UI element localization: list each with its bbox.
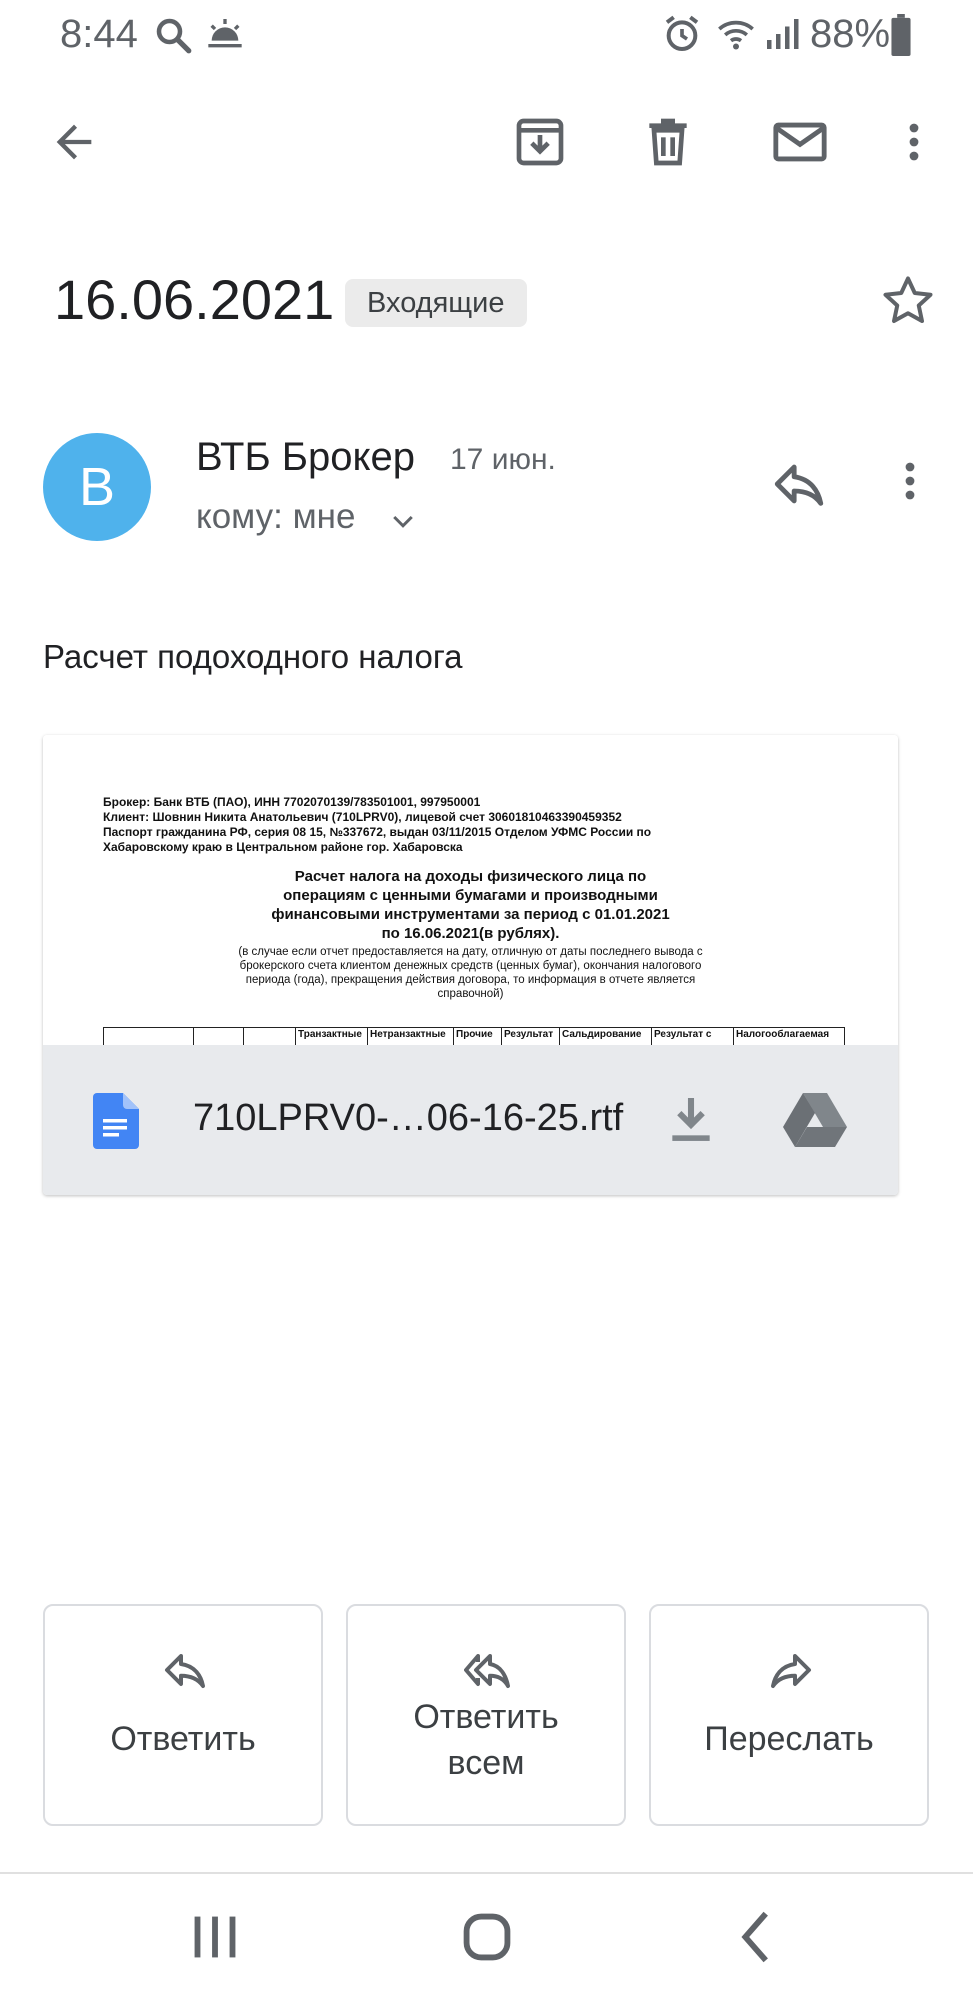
forward-button[interactable]: Переслать xyxy=(649,1604,929,1826)
reply-button[interactable]: Ответить xyxy=(43,1604,323,1826)
recent-apps-icon[interactable] xyxy=(180,1902,250,1972)
reply-all-icon xyxy=(464,1646,512,1694)
preview-line: Клиент: Шовнин Никита Анатольевич (710LP… xyxy=(103,810,622,824)
attachment-card[interactable]: Брокер: Банк ВТБ (ПАО), ИНН 7702070139/7… xyxy=(43,735,898,1195)
preview-table-col: Результат с xyxy=(651,1028,733,1046)
preview-title-line: Расчет налога на доходы физического лица… xyxy=(294,868,647,885)
forward-label: Переслать xyxy=(704,1720,874,1758)
battery-icon xyxy=(888,14,914,61)
search-icon xyxy=(152,14,194,61)
preview-table-col: Транзактные xyxy=(295,1028,367,1046)
save-to-drive-icon[interactable] xyxy=(783,1091,847,1147)
action-buttons: Ответить Ответить всем Переслать xyxy=(43,1604,930,1826)
trash-icon[interactable] xyxy=(636,110,700,174)
preview-table-col: Нетранзактные xyxy=(367,1028,453,1046)
preview-title-line: финансовыми инструментами за период с 01… xyxy=(271,906,670,923)
alarm-icon xyxy=(662,14,702,59)
preview-note-line: брокерского счета клиентом денежных сред… xyxy=(239,960,702,972)
preview-title-line: по 16.06.2021(в рублях). xyxy=(381,925,560,942)
reply-icon[interactable] xyxy=(770,455,834,519)
attachment-bar: 710LPRV0-…06-16-25.rtf xyxy=(43,1045,898,1195)
top-toolbar xyxy=(0,90,973,190)
recipient-line[interactable]: кому: мне xyxy=(196,497,355,537)
reply-all-label: Ответить всем xyxy=(348,1694,624,1786)
star-icon[interactable] xyxy=(878,271,938,331)
back-icon[interactable] xyxy=(722,1902,792,1972)
reply-all-button[interactable]: Ответить всем xyxy=(346,1604,626,1826)
preview-table-col xyxy=(103,1028,193,1046)
more-vert-icon[interactable] xyxy=(886,455,942,519)
preview-note-line: (в случае если отчет предоставляется на … xyxy=(238,946,703,958)
preview-table-col: Результат xyxy=(501,1028,559,1046)
preview-title-line: операциям с ценными бумагами и производн… xyxy=(283,887,658,904)
home-icon[interactable] xyxy=(452,1902,522,1972)
preview-table-col: Прочие xyxy=(453,1028,501,1046)
sender-date: 17 июн. xyxy=(450,443,556,476)
preview-table-col: Сальдирование xyxy=(559,1028,651,1046)
sender-row: B ВТБ Брокер 17 июн. кому: мне xyxy=(0,425,973,555)
avatar[interactable]: B xyxy=(43,433,151,541)
back-arrow-icon[interactable] xyxy=(42,110,106,174)
download-icon[interactable] xyxy=(663,1091,719,1147)
weather-icon xyxy=(205,14,245,59)
attachment-file-name[interactable]: 710LPRV0-…06-16-25.rtf xyxy=(193,1097,623,1140)
reply-all-label-line: всем xyxy=(447,1744,525,1782)
subject-row: 16.06.2021 Входящие xyxy=(0,255,973,345)
preview-title: Расчет налога на доходы физического лица… xyxy=(103,867,838,943)
reply-label: Ответить xyxy=(110,1720,256,1758)
sender-name: ВТБ Брокер xyxy=(196,435,415,479)
preview-table-col xyxy=(243,1028,295,1046)
preview-table-col xyxy=(193,1028,243,1046)
archive-icon[interactable] xyxy=(508,110,572,174)
status-time: 8:44 xyxy=(60,12,138,56)
preview-note-line: справочной) xyxy=(437,988,504,1000)
preview-table-col: Налогооблагаемая xyxy=(733,1028,845,1046)
inbox-label-chip[interactable]: Входящие xyxy=(345,279,527,327)
email-body: Расчет подоходного налога xyxy=(43,638,463,675)
preview-line: Паспорт гражданина РФ, серия 08 15, №337… xyxy=(103,825,652,839)
preview-line: Хабаровскому краю в Центральном районе г… xyxy=(103,840,463,854)
more-vert-icon[interactable] xyxy=(882,110,946,174)
document-icon xyxy=(93,1093,139,1149)
mark-unread-icon[interactable] xyxy=(768,110,832,174)
forward-icon xyxy=(767,1646,815,1694)
preview-line: Брокер: Банк ВТБ (ПАО), ИНН 7702070139/7… xyxy=(103,795,481,809)
reply-icon xyxy=(161,1646,209,1694)
battery-percent: 88% xyxy=(810,12,891,56)
wifi-icon xyxy=(714,14,758,59)
signal-icon xyxy=(764,14,800,59)
attachment-preview[interactable]: Брокер: Банк ВТБ (ПАО), ИНН 7702070139/7… xyxy=(43,735,898,1046)
reply-all-label-line: Ответить xyxy=(413,1698,559,1736)
system-nav-bar xyxy=(0,1874,973,2000)
email-subject: 16.06.2021 xyxy=(54,268,335,331)
chevron-down-icon[interactable] xyxy=(388,507,418,537)
status-bar: 8:44 88% xyxy=(0,0,973,70)
preview-note-line: периода (года), прекращения действия дог… xyxy=(245,974,696,986)
preview-note: (в случае если отчет предоставляется на … xyxy=(103,945,838,1001)
preview-table-header: Транзактные Нетранзактные Прочие Результ… xyxy=(103,1027,845,1046)
